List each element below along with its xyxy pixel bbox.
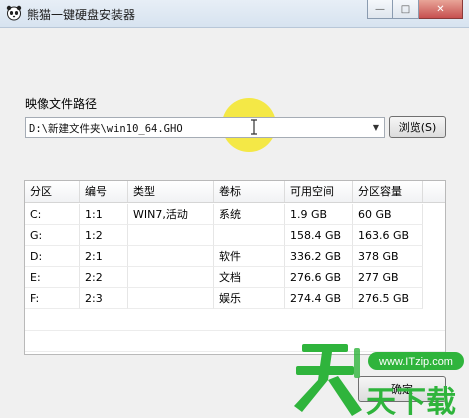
empty-row — [25, 309, 445, 331]
table-row[interactable]: D: 2:1 软件 336.2 GB 378 GB — [25, 246, 445, 267]
cell-type — [128, 267, 214, 288]
column-header-partition[interactable]: 分区 — [25, 181, 80, 202]
column-header-capacity[interactable]: 分区容量 — [353, 181, 423, 202]
cell-type — [128, 225, 214, 246]
table-row[interactable]: E: 2:2 文档 276.6 GB 277 GB — [25, 267, 445, 288]
cell-label: 软件 — [214, 246, 285, 267]
chevron-down-icon[interactable]: ▼ — [368, 118, 384, 137]
cell-partition: G: — [25, 225, 80, 246]
image-path-combobox[interactable]: D:\新建文件夹\win10_64.GHO ▼ — [25, 117, 385, 138]
close-icon: ✕ — [436, 3, 445, 15]
cell-number: 1:2 — [80, 225, 128, 246]
ibeam-cursor-icon — [251, 119, 257, 135]
browse-button-label: 浏览(S) — [398, 121, 437, 134]
watermark-brand: 天下载 — [366, 385, 456, 418]
window-title: 熊猫一键硬盘安装器 — [27, 8, 136, 22]
cell-type — [128, 288, 214, 309]
cell-capacity: 163.6 GB — [353, 225, 423, 246]
image-path-value: D:\新建文件夹\win10_64.GHO — [29, 123, 183, 135]
cell-free-space: 336.2 GB — [285, 246, 353, 267]
minimize-button[interactable]: — — [367, 0, 393, 19]
table-row[interactable]: C: 1:1 WIN7,活动 系统 1.9 GB 60 GB — [25, 204, 445, 225]
cell-type: WIN7,活动 — [128, 204, 214, 225]
cell-partition: E: — [25, 267, 80, 288]
close-button[interactable]: ✕ — [419, 0, 463, 19]
watermark-url: www.ITzip.com — [378, 356, 453, 368]
cell-capacity: 277 GB — [353, 267, 423, 288]
cell-capacity: 378 GB — [353, 246, 423, 267]
site-watermark-logo: www.ITzip.com 天下载 — [294, 344, 464, 418]
maximize-button[interactable]: □ — [393, 0, 419, 19]
table-header: 分区 编号 类型 卷标 可用空间 分区容量 — [25, 181, 445, 203]
image-path-label: 映像文件路径 — [25, 97, 98, 111]
column-header-free-space[interactable]: 可用空间 — [285, 181, 353, 202]
cell-number: 2:2 — [80, 267, 128, 288]
cell-label: 文档 — [214, 267, 285, 288]
cell-partition: D: — [25, 246, 80, 267]
browse-button[interactable]: 浏览(S) — [389, 116, 446, 138]
cell-partition: C: — [25, 204, 80, 225]
cell-capacity: 60 GB — [353, 204, 423, 225]
column-header-type[interactable]: 类型 — [128, 181, 214, 202]
table-row[interactable]: G: 1:2 158.4 GB 163.6 GB — [25, 225, 445, 246]
maximize-icon: □ — [400, 3, 411, 15]
cell-label — [214, 225, 285, 246]
window-controls: — □ ✕ — [367, 0, 463, 20]
title-bar: 熊猫一键硬盘安装器 — □ ✕ — [0, 0, 469, 28]
cell-free-space: 274.4 GB — [285, 288, 353, 309]
cell-capacity: 276.5 GB — [353, 288, 423, 309]
minimize-icon: — — [375, 3, 385, 15]
cell-free-space: 158.4 GB — [285, 225, 353, 246]
cell-free-space: 276.6 GB — [285, 267, 353, 288]
partition-table: 分区 编号 类型 卷标 可用空间 分区容量 C: 1:1 WIN7,活动 系统 … — [24, 180, 446, 355]
column-header-label[interactable]: 卷标 — [214, 181, 285, 202]
cell-label: 系统 — [214, 204, 285, 225]
cell-free-space: 1.9 GB — [285, 204, 353, 225]
cell-number: 2:3 — [80, 288, 128, 309]
cell-label: 娱乐 — [214, 288, 285, 309]
cell-number: 2:1 — [80, 246, 128, 267]
cell-type — [128, 246, 214, 267]
table-row[interactable]: F: 2:3 娱乐 274.4 GB 276.5 GB — [25, 288, 445, 309]
cell-number: 1:1 — [80, 204, 128, 225]
cell-partition: F: — [25, 288, 80, 309]
column-header-number[interactable]: 编号 — [80, 181, 128, 202]
panda-icon — [6, 5, 22, 21]
